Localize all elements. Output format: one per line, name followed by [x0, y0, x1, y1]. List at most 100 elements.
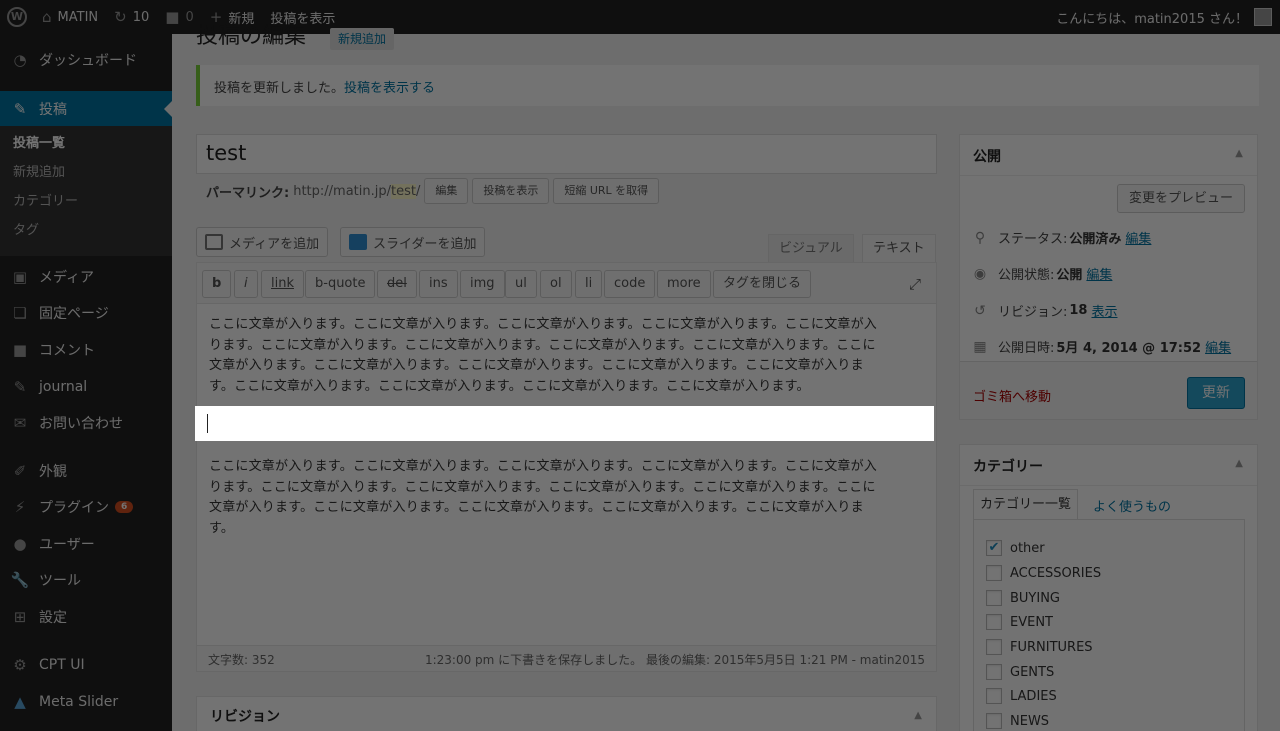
category-item[interactable]: ACCESSORIES — [986, 565, 1101, 581]
status-label: ステータス: — [998, 232, 1068, 247]
menu-tools[interactable]: 🔧 ツール — [0, 562, 172, 598]
publish-actions: ゴミ箱へ移動 更新 — [960, 361, 1257, 419]
tab-text[interactable]: テキスト — [862, 234, 936, 263]
editor-paragraph-1[interactable]: ここに文章が入ります。ここに文章が入ります。ここに文章が入ります。ここに文章が入… — [209, 315, 921, 397]
category-checkbox[interactable] — [986, 565, 1002, 581]
category-checkbox[interactable] — [986, 664, 1002, 680]
comment-icon: ■ — [165, 8, 180, 26]
category-item[interactable]: BUYING — [986, 590, 1060, 606]
qt-ul-button[interactable]: ul — [505, 270, 537, 298]
site-name-link[interactable]: ⌂ MATIN — [34, 0, 106, 34]
edit-slug-button[interactable]: 編集 — [424, 178, 469, 204]
menu-posts[interactable]: ✎ 投稿 — [0, 91, 172, 127]
tab-visual[interactable]: ビジュアル — [768, 234, 854, 263]
avatar — [1254, 8, 1272, 26]
submenu-all-posts[interactable]: 投稿一覧 — [13, 132, 65, 151]
menu-pages[interactable]: ❏ 固定ページ — [0, 295, 172, 331]
divider — [960, 175, 1257, 176]
update-button[interactable]: 更新 — [1187, 377, 1245, 409]
page-icon: ❏ — [13, 304, 27, 322]
category-checkbox[interactable] — [986, 713, 1002, 729]
fullscreen-icon[interactable]: ⤢ — [906, 275, 924, 293]
visibility-value: 公開 — [1056, 268, 1083, 283]
qt-link-button[interactable]: link — [261, 270, 304, 298]
publish-date-label: 公開日時: — [998, 341, 1055, 356]
qt-code-button[interactable]: code — [604, 270, 656, 298]
refresh-icon: ↻ — [114, 8, 127, 26]
my-account-link[interactable]: こんにちは、matin2015 さん！ — [1048, 0, 1280, 34]
category-checkbox[interactable] — [986, 590, 1002, 606]
menu-media[interactable]: ▣ メディア — [0, 259, 172, 295]
edit-visibility-link[interactable]: 編集 — [1086, 264, 1112, 283]
category-checkbox[interactable] — [986, 688, 1002, 704]
divider — [960, 485, 1257, 486]
editor-paragraph-2[interactable]: ここに文章が入ります。ここに文章が入ります。ここに文章が入ります。ここに文章が入… — [209, 457, 921, 539]
post-title-input[interactable]: test — [196, 134, 937, 174]
menu-appearance[interactable]: ✐ 外観 — [0, 453, 172, 489]
permalink-slug[interactable]: test — [390, 183, 416, 199]
category-checkbox[interactable] — [986, 639, 1002, 655]
add-slider-label: スライダーを追加 — [373, 236, 477, 252]
qt-ins-button[interactable]: ins — [419, 270, 458, 298]
tab-all-categories[interactable]: カテゴリー一覧 — [973, 489, 1079, 519]
menu-settings[interactable]: ⊞ 設定 — [0, 599, 172, 635]
category-item[interactable]: FURNITURES — [986, 639, 1093, 655]
menu-plugins[interactable]: ⚡ プラグイン 6 — [0, 489, 172, 525]
category-item[interactable]: LADIES — [986, 688, 1057, 704]
qt-italic-button[interactable]: i — [234, 270, 258, 298]
preview-changes-button[interactable]: 変更をプレビュー — [1116, 184, 1245, 213]
submenu-tags[interactable]: タグ — [13, 219, 39, 238]
category-checkbox[interactable]: ✔ — [986, 540, 1002, 556]
editor-cursor-line[interactable] — [195, 406, 934, 441]
category-checkbox[interactable] — [986, 614, 1002, 630]
visibility-row: ◉ 公開状態: 公開 編集 — [971, 264, 1113, 284]
qt-close-tags-button[interactable]: タグを閉じる — [713, 270, 812, 298]
collapse-arrow-icon[interactable]: ▲ — [914, 710, 922, 721]
get-shortlink-button[interactable]: 短縮 URL を取得 — [553, 178, 660, 204]
category-checklist: ✔ other ACCESSORIES BUYING EVENT FURNITU… — [973, 519, 1245, 731]
home-icon: ⌂ — [42, 8, 52, 26]
menu-journal[interactable]: ✎ journal — [0, 369, 172, 405]
last-edit-info: 1:23:00 pm に下書きを保存しました。 最後の編集: 2015年5月5日… — [424, 653, 925, 667]
add-slider-button[interactable]: スライダーを追加 — [340, 227, 486, 257]
qt-more-button[interactable]: more — [657, 270, 711, 298]
menu-appearance-label: 外観 — [39, 464, 67, 480]
add-new-button[interactable]: 新規追加 — [330, 28, 395, 50]
browse-revisions-link[interactable]: 表示 — [1091, 301, 1117, 320]
tab-most-used[interactable]: よく使うもの — [1093, 496, 1171, 515]
qt-ol-button[interactable]: ol — [540, 270, 572, 298]
qt-img-button[interactable]: img — [460, 270, 505, 298]
submenu-categories[interactable]: カテゴリー — [13, 190, 78, 209]
updates-link[interactable]: ↻ 10 — [106, 0, 157, 34]
collapse-arrow-icon[interactable]: ▲ — [1235, 458, 1243, 469]
qt-blockquote-button[interactable]: b-quote — [305, 270, 376, 298]
gear-icon: ⚙ — [13, 656, 27, 674]
menu-comments[interactable]: ■ コメント — [0, 332, 172, 368]
menu-contact[interactable]: ✉ お問い合わせ — [0, 405, 172, 441]
edit-status-link[interactable]: 編集 — [1125, 228, 1151, 247]
qt-li-button[interactable]: li — [575, 270, 603, 298]
menu-meta-slider[interactable]: ▲ Meta Slider — [0, 684, 172, 720]
wordpress-logo-icon[interactable]: W — [0, 0, 34, 34]
menu-cpt-ui[interactable]: ⚙ CPT UI — [0, 647, 172, 683]
permalink-base: http://matin.jp/ — [293, 183, 391, 199]
category-item[interactable]: NEWS — [986, 713, 1049, 729]
move-to-trash-link[interactable]: ゴミ箱へ移動 — [973, 386, 1051, 405]
view-post-button[interactable]: 投稿を表示 — [472, 178, 550, 204]
menu-users[interactable]: ● ユーザー — [0, 526, 172, 562]
notice-view-post-link[interactable]: 投稿を表示する — [344, 81, 435, 96]
menu-media-label: メディア — [39, 270, 95, 286]
qt-del-button[interactable]: del — [377, 270, 417, 298]
menu-dashboard[interactable]: ◔ ダッシュボード — [0, 42, 172, 78]
add-media-button[interactable]: メディアを追加 — [196, 227, 329, 257]
edit-date-link[interactable]: 編集 — [1205, 337, 1231, 356]
editor-line: ここに文章が入ります。ここに文章が入ります。ここに文章が入ります。ここに文章が入… — [209, 317, 878, 332]
category-label: BUYING — [1010, 590, 1061, 606]
category-item[interactable]: ✔ other — [986, 540, 1045, 556]
submenu-add-new[interactable]: 新規追加 — [13, 161, 65, 180]
collapse-arrow-icon[interactable]: ▲ — [1235, 148, 1243, 159]
brush-icon: ✐ — [13, 462, 27, 480]
category-item[interactable]: GENTS — [986, 664, 1054, 680]
qt-bold-button[interactable]: b — [202, 270, 232, 298]
category-item[interactable]: EVENT — [986, 614, 1053, 630]
